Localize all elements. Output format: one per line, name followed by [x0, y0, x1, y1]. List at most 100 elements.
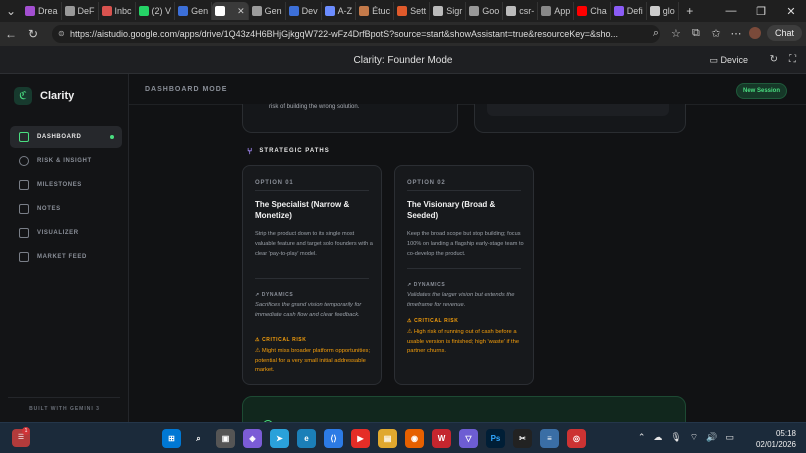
- more-menu-icon[interactable]: ⋯: [729, 27, 743, 40]
- browser-tab[interactable]: A-Z: [322, 2, 357, 20]
- sidebar-item-label: VISUALIZER: [37, 230, 79, 236]
- browser-tab[interactable]: (2) V: [136, 2, 176, 20]
- notepad-icon[interactable]: ≡: [540, 429, 559, 448]
- sidebar-item-label: MARKET FEED: [37, 254, 87, 260]
- battery-icon[interactable]: ▭: [725, 432, 734, 443]
- capcut-icon[interactable]: ✂: [513, 429, 532, 448]
- option-card-02[interactable]: OPTION 02 The Visionary (Broad & Seeded)…: [394, 165, 534, 385]
- divider: [407, 268, 521, 269]
- tab-close-icon[interactable]: ✕: [237, 6, 245, 17]
- sidebar-item-dashboard[interactable]: DASHBOARD: [10, 126, 122, 148]
- start-icon[interactable]: ⊞: [162, 429, 181, 448]
- browser-tab[interactable]: App: [538, 2, 575, 20]
- task-view-icon[interactable]: ▣: [216, 429, 235, 448]
- image-icon: [19, 228, 29, 238]
- photoshop-icon[interactable]: Ps: [486, 429, 505, 448]
- browser-tab[interactable]: Defi: [611, 2, 647, 20]
- window-controls: — ❐ ✕: [716, 0, 806, 22]
- tab-label: csr-: [519, 6, 535, 16]
- browser-tab[interactable]: Drea: [22, 2, 62, 20]
- browser-tab[interactable]: Dev: [286, 2, 322, 20]
- brand-name: Clarity: [40, 90, 75, 102]
- tab-list-icon[interactable]: ⌄: [0, 4, 22, 18]
- sidebar-footer: BUILT WITH GEMINI 3: [29, 406, 100, 412]
- sidebar-item-market-feed[interactable]: MARKET FEED: [10, 246, 122, 268]
- restore-icon[interactable]: ❐: [746, 5, 776, 18]
- wifi-icon[interactable]: ⌔: [690, 432, 698, 443]
- favorites-icon[interactable]: ✩: [709, 27, 723, 40]
- clock[interactable]: 05:18 02/01/2026: [756, 428, 796, 450]
- browser-tab[interactable]: glo: [647, 2, 679, 20]
- wps-icon[interactable]: W: [432, 429, 451, 448]
- file-explorer-icon[interactable]: ▤: [378, 429, 397, 448]
- browser-tab[interactable]: csr-: [503, 2, 539, 20]
- zoom-icon[interactable]: ⌕: [649, 27, 663, 40]
- system-tray: ⌃ ☁ 🎙 ⌔ 🔊 ▭: [638, 432, 734, 443]
- option-card-01[interactable]: OPTION 01 The Specialist (Narrow & Monet…: [242, 165, 382, 385]
- sidebar-item-notes[interactable]: NOTES: [10, 198, 122, 220]
- browser-tab[interactable]: Sett: [394, 2, 431, 20]
- tab-label: Goo: [482, 6, 500, 16]
- minimize-icon[interactable]: —: [716, 5, 746, 17]
- critical-risk-text: ⚠ High risk of running out of cash befor…: [407, 328, 525, 357]
- sidebar-item-risk-insight[interactable]: RISK & INSIGHT: [10, 150, 122, 172]
- volume-icon[interactable]: 🔊: [706, 432, 717, 443]
- copilot-chat-button[interactable]: Chat: [766, 25, 802, 41]
- browser-tab[interactable]: DeF: [62, 2, 99, 20]
- sidebar-item-milestones[interactable]: MILESTONES: [10, 174, 122, 196]
- bookmark-star-icon[interactable]: ☆: [669, 27, 683, 40]
- url-field[interactable]: ⊜ https://aistudio.google.com/apps/drive…: [52, 25, 660, 43]
- fullscreen-icon[interactable]: ⛶: [789, 54, 796, 65]
- browser-tab[interactable]: Cha: [574, 2, 611, 20]
- notification-badge: 1: [22, 427, 30, 435]
- device-button[interactable]: ▭ Device: [709, 55, 748, 66]
- dynamics-label-text: DYNAMICS: [413, 282, 446, 288]
- profile-avatar[interactable]: [748, 27, 761, 39]
- divider: [407, 190, 521, 191]
- copilot-icon[interactable]: ◈: [243, 429, 262, 448]
- close-window-icon[interactable]: ✕: [776, 5, 806, 18]
- refresh-icon[interactable]: ↻: [770, 54, 778, 65]
- microphone-icon[interactable]: 🎙: [670, 432, 681, 443]
- tab-label: Dev: [301, 6, 318, 16]
- back-icon[interactable]: ←: [0, 27, 22, 41]
- extensions-icon[interactable]: ⧉: [689, 27, 703, 40]
- browser-tab[interactable]: Étuc: [356, 2, 395, 20]
- dashboard-icon: [19, 132, 29, 142]
- reload-icon[interactable]: ↻: [22, 27, 44, 41]
- tab-label: (2) V: [151, 6, 172, 16]
- brand[interactable]: ℭ Clarity: [14, 87, 74, 105]
- browser-tab[interactable]: Gen: [175, 2, 213, 20]
- sidebar-item-label: RISK & INSIGHT: [37, 158, 92, 164]
- sidebar-nav: DASHBOARD RISK & INSIGHT MILESTONES NOTE…: [10, 126, 122, 270]
- browser-tab[interactable]: ✕: [212, 2, 249, 20]
- proton-vpn-icon[interactable]: ▽: [459, 429, 478, 448]
- tab-favicon-icon: [215, 6, 226, 16]
- tab-label: Cha: [590, 6, 607, 16]
- search-icon[interactable]: ⌕: [189, 429, 208, 448]
- telegram-icon[interactable]: ➤: [270, 429, 289, 448]
- taskbar-apps: ⊞ ⌕ ▣ ◈ ➤ e ⟨⟩ ▶ ▤ ◉ W ▽ Ps ✂ ≡ ◎: [162, 429, 586, 448]
- critical-risk-text-content: Might miss broader platform opportunitie…: [255, 348, 371, 374]
- browser-tab[interactable]: Inbc: [99, 2, 136, 20]
- chevron-up-icon[interactable]: ⌃: [638, 432, 646, 443]
- edge-icon[interactable]: e: [297, 429, 316, 448]
- notes-icon: [19, 204, 29, 214]
- dynamics-text: Validates the larger vision but extends …: [407, 292, 515, 308]
- chrome-icon[interactable]: ◎: [567, 429, 586, 448]
- app-title-bar: Clarity: Founder Mode ▭ Device ↻ ⛶: [0, 46, 806, 74]
- browser-tab[interactable]: Sigr: [430, 2, 467, 20]
- new-tab-button[interactable]: +: [679, 4, 701, 18]
- new-session-button[interactable]: New Session: [735, 83, 787, 99]
- onedrive-icon[interactable]: ☁: [653, 432, 662, 443]
- divider: [255, 190, 369, 191]
- warning-icon: ⚠: [255, 348, 262, 354]
- browser-tab[interactable]: Goo: [466, 2, 504, 20]
- vscode-icon[interactable]: ⟨⟩: [324, 429, 343, 448]
- sidebar-item-visualizer[interactable]: VISUALIZER: [10, 222, 122, 244]
- header-divider: [129, 104, 806, 105]
- youtube-icon[interactable]: ▶: [351, 429, 370, 448]
- browser-tab[interactable]: Gen: [249, 2, 286, 20]
- firefox-icon[interactable]: ◉: [405, 429, 424, 448]
- site-info-icon[interactable]: ⊜: [58, 25, 65, 43]
